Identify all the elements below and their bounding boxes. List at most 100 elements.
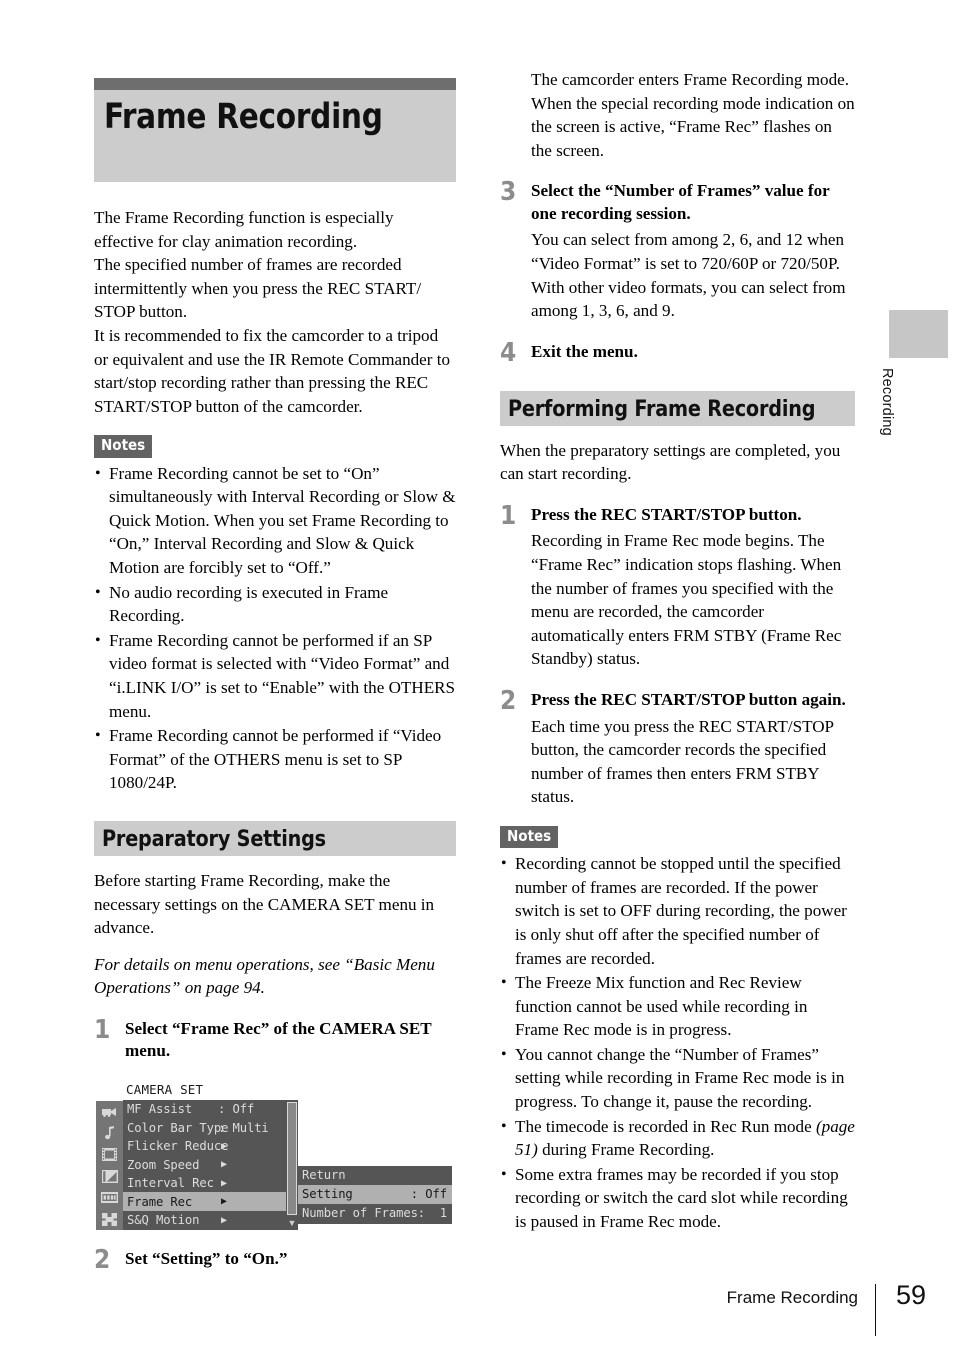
step-2-right: 2 Press the REC START/STOP button again.…	[500, 686, 855, 809]
menu-row[interactable]: S&Q Motion ▶	[123, 1211, 286, 1230]
menu-item-list: MF Assist : Off Color Bar Type : Multi F…	[123, 1099, 286, 1230]
page-title: Frame Recording	[104, 97, 383, 137]
note-item: The Freeze Mix function and Rec Review f…	[500, 971, 855, 1042]
scroll-down-icon[interactable]: ▼	[287, 1217, 297, 1229]
display-panel-icon[interactable]	[96, 1187, 123, 1209]
cross-reference: (page 51)	[515, 1116, 855, 1160]
notes-list-left: Frame Recording cannot be set to “On” si…	[94, 462, 456, 795]
chapter-title-banner: Frame Recording	[94, 90, 456, 182]
submenu-arrow-icon: ▶	[221, 1214, 227, 1226]
intro-paragraph-3: It is recommended to fix the camcorder t…	[94, 325, 451, 416]
notes-badge-left: Notes	[94, 435, 153, 458]
note-item: Some extra frames may be recorded if you…	[500, 1163, 855, 1234]
submenu-row-label: Return	[302, 1168, 346, 1183]
intro-paragraphs: The Frame Recording function is especial…	[94, 206, 456, 418]
intro-paragraph-1: The Frame Recording function is especial…	[94, 208, 394, 251]
page-footer: Frame Recording 59	[0, 1280, 954, 1336]
menu-title-label: CAMERA SET	[126, 1081, 204, 1097]
step-number: 2	[94, 1244, 111, 1275]
performing-intro: When the preparatory settings are comple…	[500, 440, 841, 484]
video-film-icon[interactable]	[96, 1144, 123, 1166]
submenu-row-label: Number of Frames:	[302, 1206, 426, 1221]
submenu-row-setting[interactable]: Setting : Off	[298, 1184, 452, 1204]
continued-text: The camcorder enters Frame Recording mod…	[500, 68, 855, 162]
chapter-thumb-tab	[889, 310, 948, 358]
step-description: You can select from among 2, 6, and 12 w…	[531, 230, 846, 321]
step-number: 1	[500, 500, 517, 531]
notes-list-right: Recording cannot be stopped until the sp…	[500, 852, 855, 1234]
note-item: No audio recording is executed in Frame …	[94, 581, 456, 628]
submenu-row-value: : Off	[410, 1187, 447, 1202]
step-title: Press the REC START/STOP button.	[531, 504, 802, 524]
preparatory-cross-reference: For details on menu operations, see “Bas…	[94, 954, 435, 998]
step-number: 2	[500, 686, 517, 716]
continued-paragraph-1: The camcorder enters Frame Recording mod…	[531, 70, 850, 89]
menu-submenu-frame-rec: Return Setting : Off Number of Frames: 1	[298, 1165, 452, 1224]
menu-row[interactable]: Zoom Speed ▶	[123, 1155, 286, 1174]
section-header-performing-frame-recording: Performing Frame Recording	[500, 390, 855, 426]
right-column: The camcorder enters Frame Recording mod…	[500, 68, 855, 1234]
chapter-title-block: Frame Recording	[94, 78, 456, 182]
menu-row-label: Flicker Reduce	[127, 1139, 229, 1154]
menu-row-value: : Off	[218, 1102, 255, 1117]
step-description: Each time you press the REC START/STOP b…	[531, 716, 834, 807]
menu-row-selected-frame-rec[interactable]: Frame Rec ▶	[123, 1192, 286, 1211]
section-header-label: Performing Frame Recording	[508, 396, 816, 423]
menu-scrollbar[interactable]: ▼	[286, 1099, 298, 1230]
menu-row[interactable]: Color Bar Type : Multi	[123, 1118, 286, 1137]
menu-row[interactable]: Flicker Reduce ▶	[123, 1137, 286, 1156]
note-item: Frame Recording cannot be set to “On” si…	[94, 462, 456, 580]
note-item: You cannot change the “Number of Frames”…	[500, 1043, 855, 1114]
menu-row[interactable]: Interval Rec ▶	[123, 1174, 286, 1193]
others-grid-icon[interactable]	[96, 1208, 123, 1230]
step-body: Press the REC START/STOP button. Recordi…	[531, 504, 855, 671]
page-number: 59	[895, 1280, 926, 1310]
step-4-right: 4 Exit the menu.	[500, 340, 855, 366]
step-number: 1	[94, 1014, 111, 1045]
note-item: Frame Recording cannot be performed if “…	[94, 724, 456, 795]
menu-row-label: Color Bar Type	[127, 1120, 229, 1135]
step-1-left: 1 Select “Frame Rec” of the CAMERA SET m…	[94, 1014, 456, 1063]
lcd-monitor-icon[interactable]	[96, 1165, 123, 1187]
section-header-label: Preparatory Settings	[102, 826, 326, 853]
footer-section-title: Frame Recording	[726, 1288, 858, 1307]
step-3-right: 3 Select the “Number of Frames” value fo…	[500, 177, 855, 322]
menu-icon-column	[96, 1100, 123, 1230]
chapter-thumb-tab-label: Recording	[879, 368, 895, 436]
step-body: Select the “Number of Frames” value for …	[531, 180, 855, 322]
step-body: Press the REC START/STOP button again. E…	[531, 689, 855, 809]
document-page: Frame Recording The Frame Recording func…	[0, 0, 954, 1352]
submenu-row-label: Setting	[302, 1187, 353, 1202]
submenu-arrow-icon: ▶	[221, 1140, 227, 1152]
step-title: Press the REC START/STOP button again.	[531, 690, 846, 709]
left-column: Frame Recording The Frame Recording func…	[94, 78, 456, 1275]
step-number: 3	[500, 177, 517, 208]
step-title: Exit the menu.	[531, 341, 638, 361]
step-2-left: 2 Set “Setting” to “On.”	[94, 1244, 456, 1275]
step-1-right: 1 Press the REC START/STOP button. Recor…	[500, 500, 855, 671]
audio-note-icon[interactable]	[96, 1122, 123, 1144]
submenu-arrow-icon: ▶	[221, 1196, 227, 1208]
menu-row-label: S&Q Motion	[127, 1213, 200, 1228]
submenu-row-return[interactable]: Return	[298, 1166, 452, 1185]
step-description: Recording in Frame Rec mode begins. The …	[531, 531, 842, 669]
intro-paragraph-2: The specified number of frames are recor…	[94, 255, 422, 322]
note-item: The timecode is recorded in Rec Run mode…	[500, 1115, 855, 1162]
submenu-arrow-icon: ▶	[221, 1177, 227, 1189]
menu-row-label: Zoom Speed	[127, 1157, 200, 1172]
menu-row-label: Frame Rec	[127, 1194, 193, 1209]
menu-row-label: Interval Rec	[127, 1176, 214, 1191]
preparatory-intro: Before starting Frame Recording, make th…	[94, 870, 435, 938]
step-body: Set “Setting” to “On.”	[125, 1248, 456, 1272]
menu-row-value: : Multi	[218, 1120, 269, 1135]
camcorder-icon[interactable]	[96, 1101, 123, 1123]
notes-badge-right: Notes	[500, 825, 559, 849]
menu-row-label: MF Assist	[127, 1102, 193, 1117]
step-body: Select “Frame Rec” of the CAMERA SET men…	[125, 1018, 456, 1063]
submenu-row-number-of-frames[interactable]: Number of Frames: 1	[298, 1204, 452, 1223]
menu-scrollbar-thumb[interactable]	[287, 1101, 297, 1215]
camera-set-menu-screenshot: CAMERA SET MF Assist : Off Color Bar Typ…	[94, 1078, 452, 1230]
note-item: Recording cannot be stopped until the sp…	[500, 852, 855, 970]
step-title: Set “Setting” to “On.”	[125, 1248, 288, 1268]
menu-row[interactable]: MF Assist : Off	[123, 1100, 286, 1119]
